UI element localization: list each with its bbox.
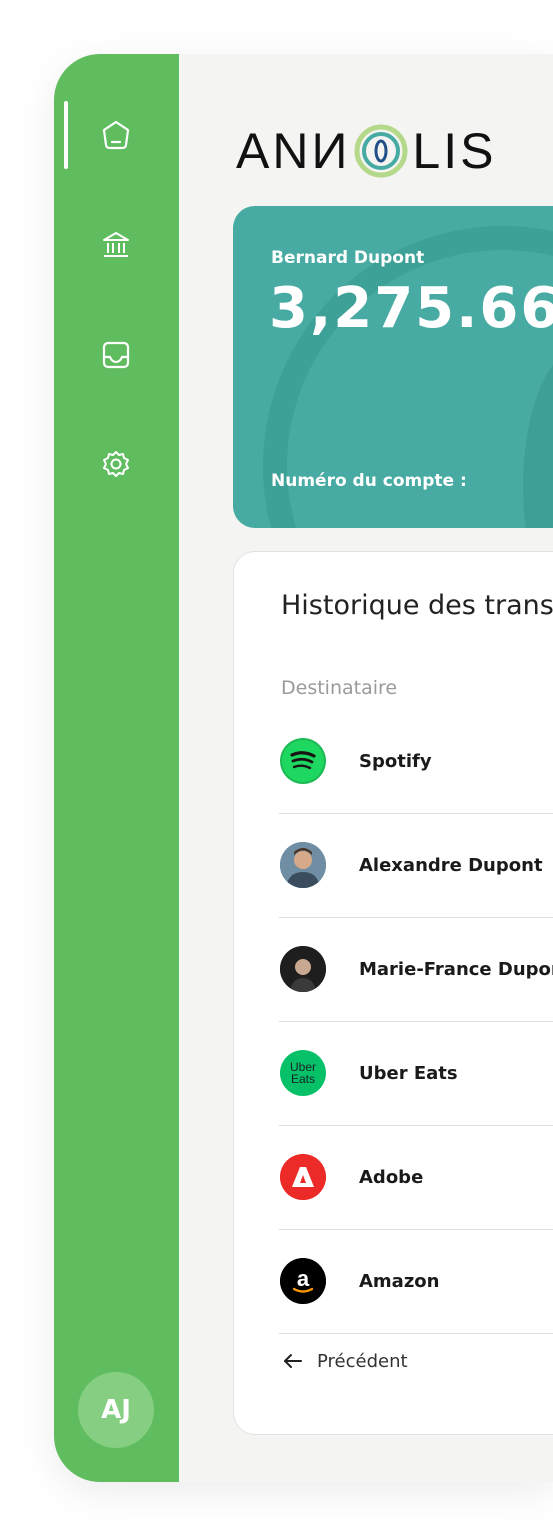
nav-home[interactable] [94, 113, 138, 157]
avatar [280, 842, 326, 888]
logo-text-left: ANИ [236, 123, 351, 179]
uber-eats-logo-text: Uber Eats [289, 1060, 316, 1086]
eye-logo-icon [354, 124, 408, 178]
account-holder: Bernard Dupont [271, 248, 425, 268]
bank-icon [103, 232, 129, 257]
column-header-recipient: Destinataire [281, 677, 398, 699]
svg-text:a: a [297, 1266, 310, 1291]
history-title: Historique des trans [281, 590, 553, 621]
previous-page-button[interactable]: Précédent [281, 1349, 408, 1373]
transaction-row[interactable]: Uber Eats Uber Eats [279, 1022, 553, 1126]
transaction-history-card: Historique des trans Destinataire Spotif… [233, 551, 553, 1435]
previous-label: Précédent [317, 1350, 408, 1372]
balance-amount: 3,275.66€ [269, 276, 553, 341]
uber-eats-icon: Uber Eats [280, 1050, 326, 1096]
main-content: ANИ LIS Bernard Dupont 3,275.66€ Numéro … [179, 54, 553, 1482]
account-number-label: Numéro du compte : [271, 471, 467, 491]
transaction-row[interactable]: Spotify [279, 710, 553, 814]
amazon-icon: a [280, 1258, 326, 1304]
logo-text-right: LIS [412, 123, 497, 179]
recipient-name: Uber Eats [359, 1063, 458, 1084]
recipient-name: Marie-France Dupont [359, 959, 553, 980]
brand-logo: ANИ LIS [236, 122, 496, 180]
home-icon [102, 120, 130, 150]
avatar [280, 946, 326, 992]
nav-active-indicator [64, 101, 68, 169]
balance-card[interactable]: Bernard Dupont 3,275.66€ Numéro du compt… [233, 206, 553, 528]
nav-bank[interactable] [94, 223, 138, 267]
adobe-icon [280, 1154, 326, 1200]
transaction-row[interactable]: Marie-France Dupont [279, 918, 553, 1022]
recipient-name: Amazon [359, 1271, 440, 1292]
nav-inbox[interactable] [94, 333, 138, 377]
recipient-name: Adobe [359, 1167, 424, 1188]
recipient-name: Alexandre Dupont [359, 855, 543, 876]
transaction-row[interactable]: Adobe [279, 1126, 553, 1230]
spotify-icon [280, 738, 326, 784]
arrow-left-icon [284, 1354, 302, 1368]
inbox-icon [102, 341, 130, 369]
nav-settings[interactable] [94, 443, 138, 487]
recipient-name: Spotify [359, 751, 432, 772]
transaction-row[interactable]: Alexandre Dupont [279, 814, 553, 918]
gear-icon [103, 451, 129, 477]
transaction-row[interactable]: a Amazon [279, 1230, 553, 1334]
user-avatar[interactable]: AJ [78, 1372, 154, 1448]
app-window: AJ ANИ LIS Bernard Dupont 3,275.66€ Numé… [54, 54, 553, 1482]
sidebar: AJ [54, 54, 179, 1482]
